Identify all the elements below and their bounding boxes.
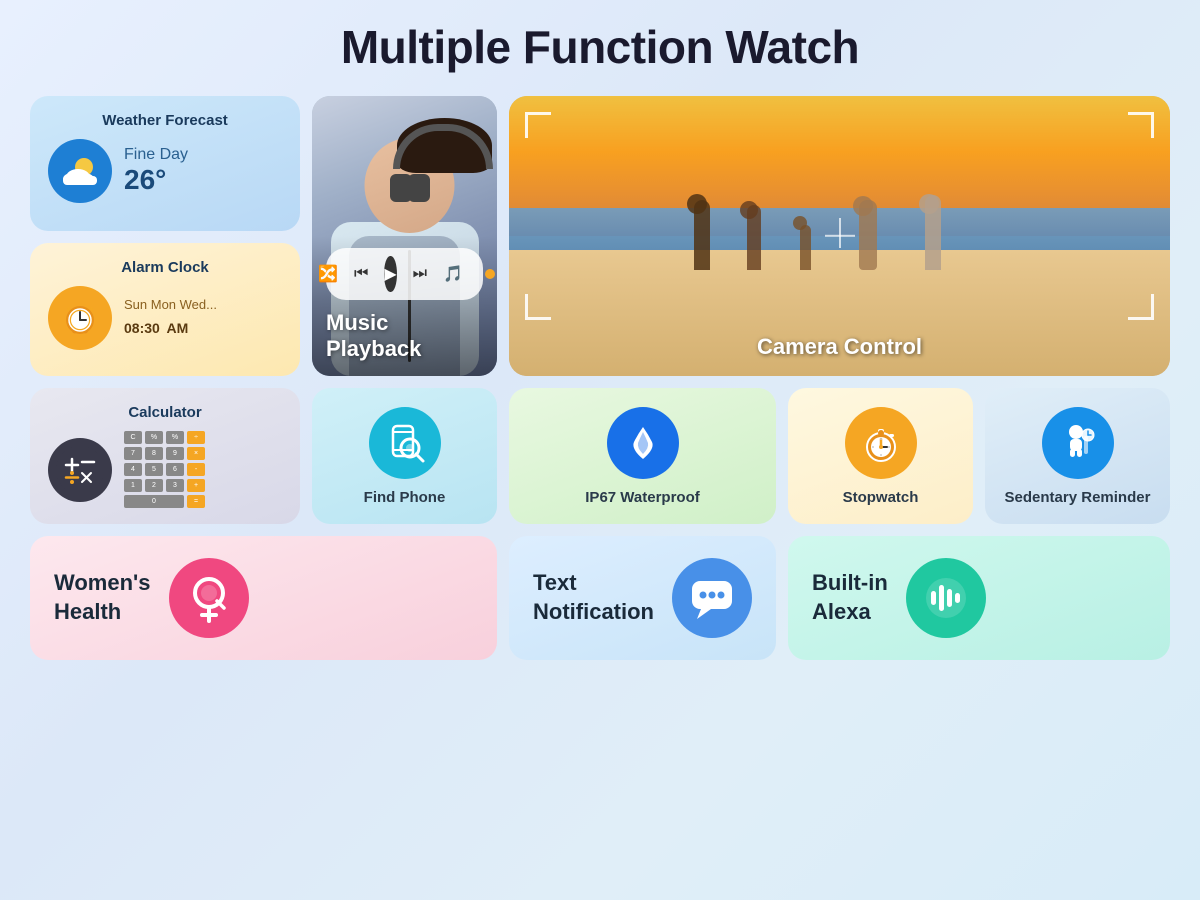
text-notification-icon: [672, 558, 752, 638]
weather-icon: [48, 139, 112, 203]
camera-corner-tl: [525, 112, 551, 138]
alarm-label: Alarm Clock: [48, 259, 282, 276]
find-phone-icon: [369, 407, 441, 479]
main-grid: Weather Forecast Fine Day 26° Alarm C: [30, 96, 1170, 660]
sedentary-card: Sedentary Reminder: [985, 388, 1170, 524]
camera-corner-tr: [1128, 112, 1154, 138]
music-controls[interactable]: 🔀 ⏮ ▶ ⏭ 🎵: [326, 248, 483, 300]
waterproof-icon: [607, 407, 679, 479]
alexa-card: Built-inAlexa: [788, 536, 1170, 660]
stopwatch-label: Stopwatch: [843, 489, 919, 506]
alarm-days: Sun Mon Wed...: [124, 297, 217, 312]
alexa-label: Built-inAlexa: [812, 569, 888, 626]
alarm-card: Alarm Clock: [30, 243, 300, 376]
sedentary-label: Sedentary Reminder: [1005, 489, 1151, 506]
sedentary-icon: [1042, 407, 1114, 479]
womens-health-label: Women'sHealth: [54, 569, 151, 626]
find-phone-label: Find Phone: [364, 489, 446, 506]
weather-condition: Fine Day: [124, 146, 188, 164]
music-label: Music Playback: [326, 310, 483, 362]
camera-corner-br: [1128, 294, 1154, 320]
alarm-time: 08:30 AM: [124, 312, 217, 340]
next-btn[interactable]: ⏭: [413, 260, 427, 288]
calculator-card: Calculator: [30, 388, 300, 524]
stopwatch-card: Stopwatch: [788, 388, 973, 524]
weather-card: Weather Forecast Fine Day 26°: [30, 96, 300, 231]
calc-mini-grid: C % % ÷ 7 8 9 × 4 5 6 - 1 2 3 + 0 =: [124, 431, 205, 508]
calculator-icon: [48, 438, 112, 502]
camera-corner-bl: [525, 294, 551, 320]
alarm-icon: [48, 286, 112, 350]
page-title: Multiple Function Watch: [341, 20, 859, 74]
womens-health-icon: [169, 558, 249, 638]
text-notification-label: TextNotification: [533, 569, 654, 626]
weather-temperature: 26°: [124, 164, 188, 196]
shuffle-btn[interactable]: 🔀: [318, 260, 338, 288]
waterproof-card: IP67 Waterproof: [509, 388, 776, 524]
camera-label: Camera Control: [509, 334, 1170, 360]
calculator-label: Calculator: [48, 404, 282, 421]
weather-label: Weather Forecast: [48, 112, 282, 129]
camera-card: Camera Control: [509, 96, 1170, 376]
find-phone-card: Find Phone: [312, 388, 497, 524]
text-notification-card: TextNotification: [509, 536, 776, 660]
prev-btn[interactable]: ⏮: [354, 260, 368, 288]
waterproof-label: IP67 Waterproof: [585, 489, 699, 506]
play-btn[interactable]: ▶: [384, 256, 396, 292]
alexa-icon: [906, 558, 986, 638]
womens-health-card: Women'sHealth: [30, 536, 497, 660]
music-card: 🔀 ⏮ ▶ ⏭ 🎵 Music Playback: [312, 96, 497, 376]
stopwatch-icon: [845, 407, 917, 479]
crosshair-vertical: [839, 218, 841, 248]
more-btn[interactable]: 🎵: [443, 260, 463, 288]
